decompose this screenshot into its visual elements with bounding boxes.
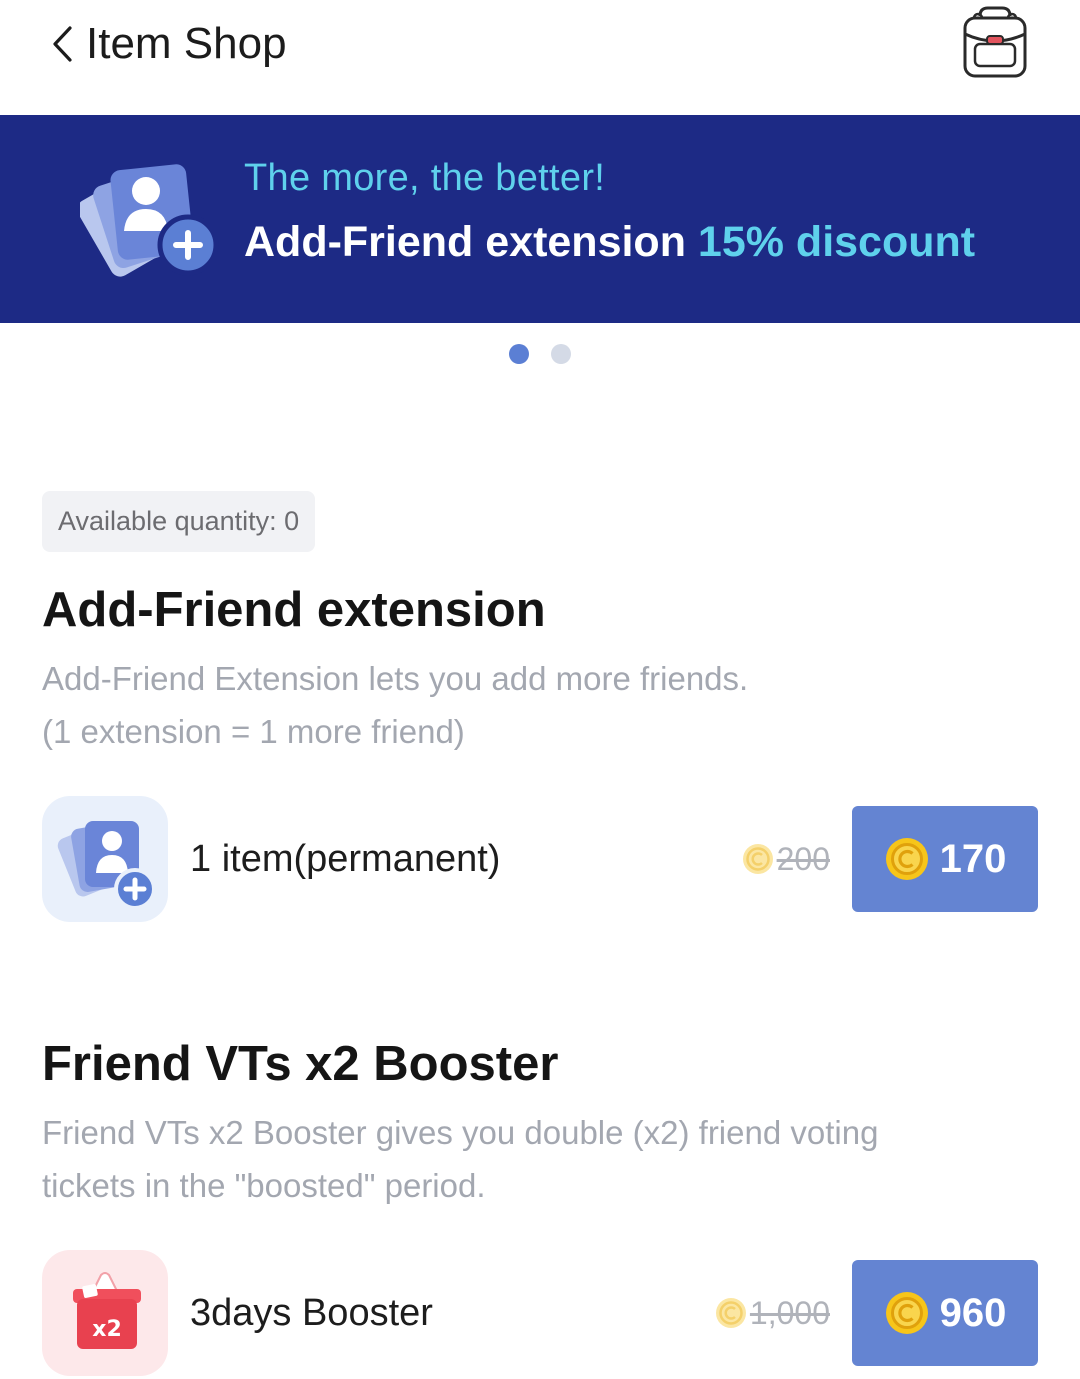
- banner-subheadline-text: Add-Friend extension: [244, 218, 698, 266]
- item-label: 3days Booster: [190, 1291, 433, 1334]
- page-title: Item Shop: [86, 19, 287, 68]
- buy-button[interactable]: 170: [852, 806, 1038, 912]
- section-description-add-friend-extension: Add-Friend Extension lets you add more f…: [42, 660, 749, 750]
- item-thumbnail: [42, 796, 168, 922]
- item-label: 1 item(permanent): [190, 837, 501, 880]
- coin-icon: [885, 838, 928, 880]
- original-price: 200: [741, 796, 830, 922]
- x2-booster-box-icon: x2: [73, 1272, 141, 1349]
- section-title-add-friend-extension: Add-Friend extension: [42, 583, 546, 637]
- coin-icon: [715, 1298, 746, 1328]
- shop-item-row: x2 3days Booster 1,000 960: [42, 1250, 1038, 1376]
- add-friend-icon: [57, 821, 156, 910]
- backpack-icon: [963, 6, 1027, 78]
- chevron-left-icon: [53, 26, 72, 62]
- x2-badge-text: x2: [92, 1317, 122, 1342]
- available-quantity-badge: Available quantity: 0: [42, 491, 316, 552]
- buy-price: 170: [939, 836, 1007, 881]
- banner-subheadline: Add-Friend extension 15% discount: [244, 215, 975, 269]
- coin-icon: [885, 1292, 928, 1334]
- coin-icon: [742, 844, 773, 874]
- top-bar: Item Shop: [0, 0, 1080, 115]
- original-price-value: 1,000: [749, 1294, 830, 1331]
- section-description-friend-vts-booster: Friend VTs x2 Booster gives you double (…: [42, 1114, 879, 1204]
- add-friend-cards-icon: [80, 164, 219, 277]
- inventory-bag-button[interactable]: [958, 4, 1032, 82]
- item-thumbnail: x2: [42, 1250, 168, 1376]
- shop-item-row: 1 item(permanent) 200 170: [42, 796, 1038, 922]
- original-price: 1,000: [714, 1250, 830, 1376]
- back-button[interactable]: [40, 14, 84, 74]
- buy-price: 960: [939, 1290, 1007, 1335]
- banner-discount-highlight: 15% discount: [697, 218, 976, 266]
- carousel-dot-2[interactable]: [551, 344, 571, 364]
- banner-headline: The more, the better!: [244, 157, 606, 199]
- carousel-indicator: [0, 344, 1080, 366]
- promo-banner[interactable]: The more, the better! Add-Friend extensi…: [0, 115, 1080, 323]
- original-price-value: 200: [776, 840, 830, 877]
- carousel-dot-1[interactable]: [509, 344, 529, 364]
- section-title-friend-vts-booster: Friend VTs x2 Booster: [42, 1037, 559, 1091]
- buy-button[interactable]: 960: [852, 1260, 1038, 1366]
